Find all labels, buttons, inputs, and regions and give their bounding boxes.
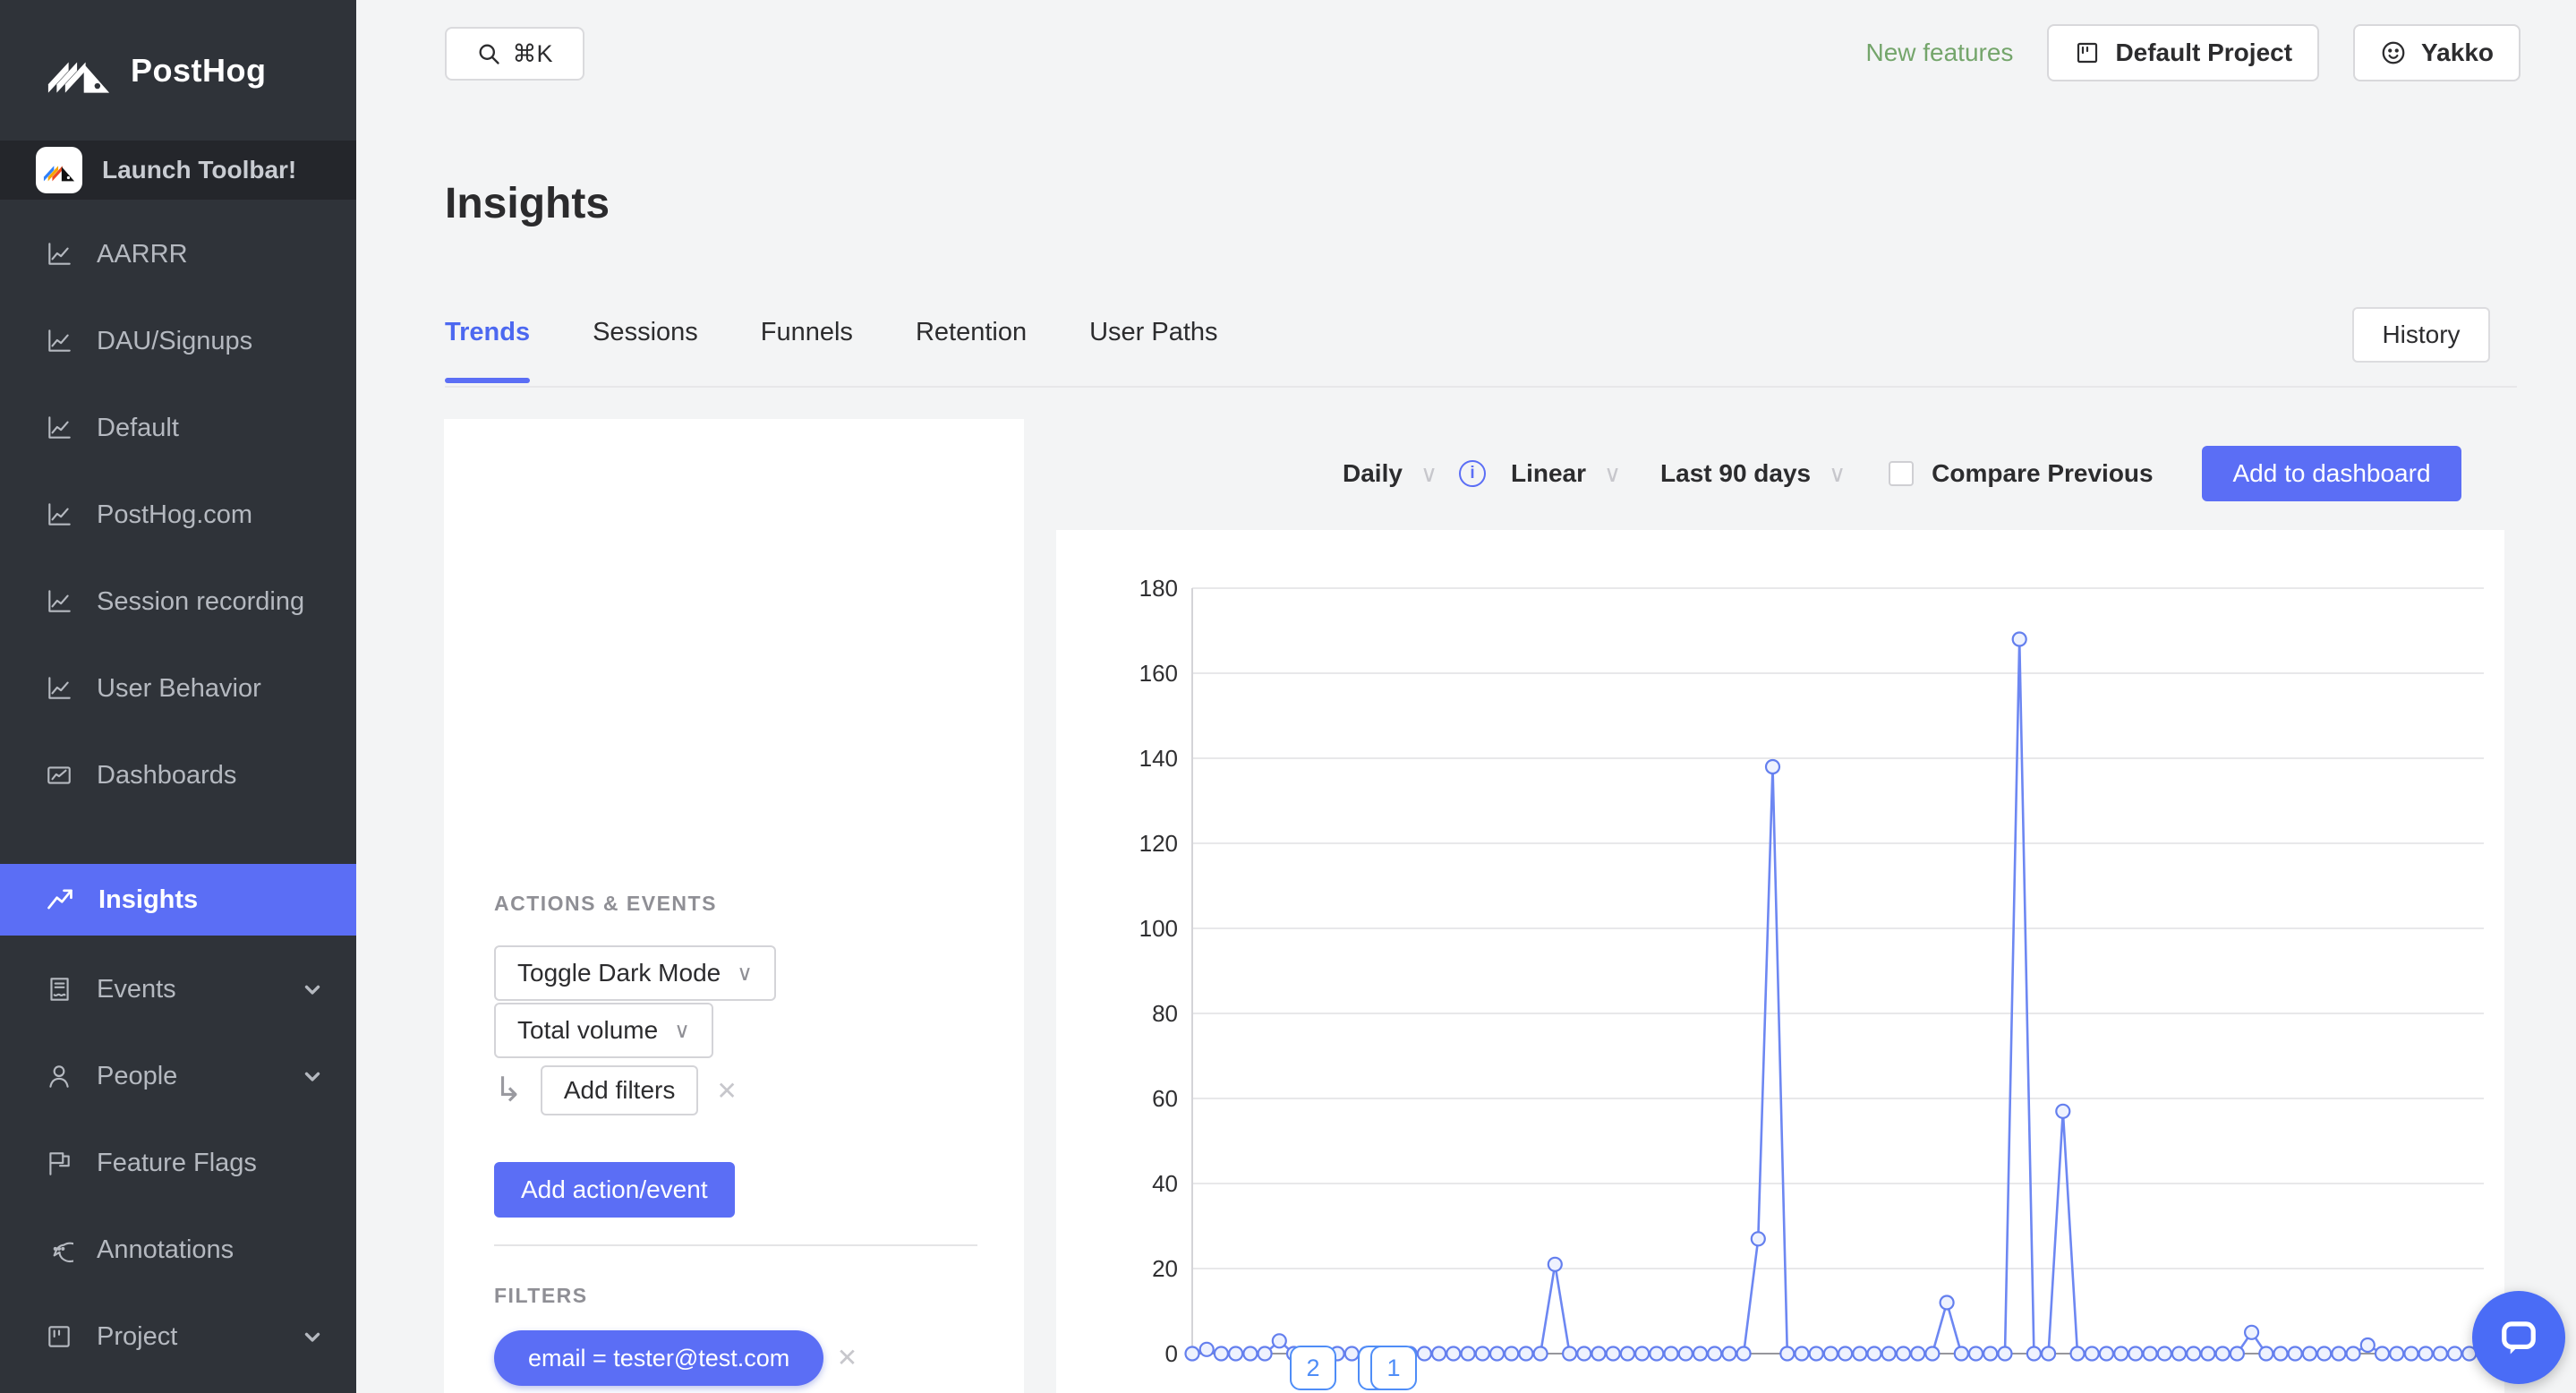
- remove-event-x-icon[interactable]: ✕: [716, 1076, 737, 1106]
- pagination-page-1-button[interactable]: 1: [1370, 1346, 1417, 1390]
- actions-events-label: ACTIONS & EVENTS: [494, 892, 717, 915]
- tab-sessions[interactable]: Sessions: [593, 318, 698, 383]
- chart-line-icon: [48, 243, 71, 265]
- date-range-dropdown[interactable]: Last 90 days: [1660, 459, 1811, 488]
- dashboard-chart-icon: [47, 766, 71, 784]
- chart-line-icon: [48, 590, 71, 612]
- posthog-hedgehog-icon: [47, 62, 110, 93]
- add-entity-filters-button[interactable]: Add filters: [540, 1065, 699, 1115]
- event-select-dropdown[interactable]: Toggle Dark Mode ∨: [494, 945, 776, 1001]
- chevron-down-icon: ∨: [1604, 459, 1622, 487]
- pagination-page-1-group: 1: [1358, 1346, 1417, 1390]
- tab-trends[interactable]: Trends: [445, 318, 531, 383]
- sidebar-item-project[interactable]: Project: [0, 1308, 356, 1365]
- new-features-link[interactable]: New features: [1865, 38, 2013, 67]
- sidebar-item-feature-flags[interactable]: Feature Flags: [0, 1134, 356, 1192]
- sidebar-item-default[interactable]: Default: [0, 399, 356, 457]
- launch-toolbar-label: Launch Toolbar!: [102, 156, 297, 184]
- chevron-down-icon: [304, 1072, 320, 1081]
- speech-bubble-icon: [53, 1242, 73, 1262]
- sidebar-item-user-behavior[interactable]: User Behavior: [0, 660, 356, 717]
- sidebar-item-session-recording[interactable]: Session recording: [0, 573, 356, 630]
- journal-icon: [50, 978, 69, 1001]
- posthog-app: PostHog Launch Toolbar! AARRR DAU/Signup…: [0, 0, 2576, 1393]
- query-builder-panel: ACTIONS & EVENTS Toggle Dark Mode ∨ Tota…: [444, 419, 1024, 1393]
- filter-pill-email[interactable]: email = tester@test.com: [494, 1330, 824, 1386]
- compare-previous-label: Compare Previous: [1932, 459, 2154, 487]
- sidebar-item-annotations[interactable]: Annotations: [0, 1221, 356, 1278]
- toolbar-hedgehog-icon: [36, 147, 82, 193]
- sidebar-item-events[interactable]: Events: [0, 961, 356, 1018]
- chevron-down-icon: ∨: [674, 1018, 690, 1043]
- compare-previous-checkbox[interactable]: [1889, 461, 1915, 486]
- math-select-dropdown[interactable]: Total volume ∨: [494, 1003, 713, 1058]
- search-icon: [479, 44, 500, 64]
- project-board-icon: [2077, 42, 2098, 64]
- sidebar-item-dashboards[interactable]: Dashboards: [0, 747, 356, 804]
- topbar-right: New features Default Project Yakko: [1865, 23, 2521, 82]
- page-title: Insights: [445, 180, 610, 227]
- display-dropdown[interactable]: Linear: [1511, 459, 1586, 488]
- pagination-page-2-button[interactable]: 2: [1290, 1346, 1336, 1390]
- trending-up-icon: [47, 889, 73, 910]
- chevron-down-icon: [304, 985, 320, 995]
- interval-dropdown[interactable]: Daily: [1343, 459, 1403, 488]
- person-icon: [49, 1065, 69, 1088]
- user-menu-button[interactable]: Yakko: [2353, 24, 2521, 81]
- trend-chart-card: [1056, 530, 2504, 1393]
- global-search-button[interactable]: ⌘K: [445, 27, 584, 81]
- tab-retention[interactable]: Retention: [916, 318, 1027, 383]
- add-action-event-button[interactable]: Add action/event: [494, 1162, 735, 1218]
- sidebar: PostHog Launch Toolbar! AARRR DAU/Signup…: [0, 0, 356, 1393]
- sidebar-item-insights[interactable]: Insights: [0, 864, 356, 936]
- chevron-down-icon: ∨: [737, 961, 753, 986]
- nested-arrow-icon: ↳: [494, 1072, 523, 1109]
- chart-line-icon: [48, 503, 71, 526]
- search-shortcut: ⌘K: [512, 39, 553, 67]
- tabs-divider: [445, 386, 2517, 388]
- chart-line-icon: [48, 416, 71, 439]
- flag-icon: [49, 1152, 70, 1175]
- info-icon[interactable]: i: [1458, 460, 1486, 487]
- tab-funnels[interactable]: Funnels: [761, 318, 853, 383]
- project-board-icon: [48, 1326, 70, 1347]
- project-switcher-button[interactable]: Default Project: [2047, 24, 2320, 81]
- chevron-down-icon: [304, 1332, 320, 1342]
- add-to-dashboard-button[interactable]: Add to dashboard: [2202, 446, 2461, 501]
- user-name: Yakko: [2421, 38, 2494, 66]
- logo-text: PostHog: [131, 51, 267, 89]
- filters-label: FILTERS: [494, 1284, 588, 1307]
- chevron-down-icon: ∨: [1420, 459, 1437, 487]
- chat-launcher-button[interactable]: [2472, 1291, 2565, 1384]
- posthog-logo[interactable]: PostHog: [0, 0, 356, 141]
- chart-line-icon: [48, 677, 71, 699]
- chevron-down-icon: ∨: [1829, 459, 1847, 487]
- sidebar-item-posthog-com[interactable]: PostHog.com: [0, 486, 356, 543]
- chart-line-icon: [48, 329, 71, 352]
- launch-toolbar-button[interactable]: Launch Toolbar!: [0, 141, 356, 200]
- smiley-icon: [2382, 41, 2405, 64]
- divider: [494, 1244, 977, 1246]
- tab-user-paths[interactable]: User Paths: [1089, 318, 1217, 383]
- sidebar-item-aarrr[interactable]: AARRR: [0, 226, 356, 283]
- history-button[interactable]: History: [2352, 307, 2490, 363]
- chat-bubble-icon: [2502, 1321, 2536, 1355]
- sidebar-item-people[interactable]: People: [0, 1047, 356, 1105]
- insight-tabs: Trends Sessions Funnels Retention User P…: [445, 318, 1218, 383]
- chart-controls: Daily ∨ i Linear ∨ Last 90 days ∨ Compar…: [1343, 446, 2461, 501]
- remove-filter-x-icon[interactable]: ✕: [837, 1344, 857, 1372]
- sidebar-item-dau-signups[interactable]: DAU/Signups: [0, 312, 356, 370]
- project-name: Default Project: [2115, 38, 2293, 66]
